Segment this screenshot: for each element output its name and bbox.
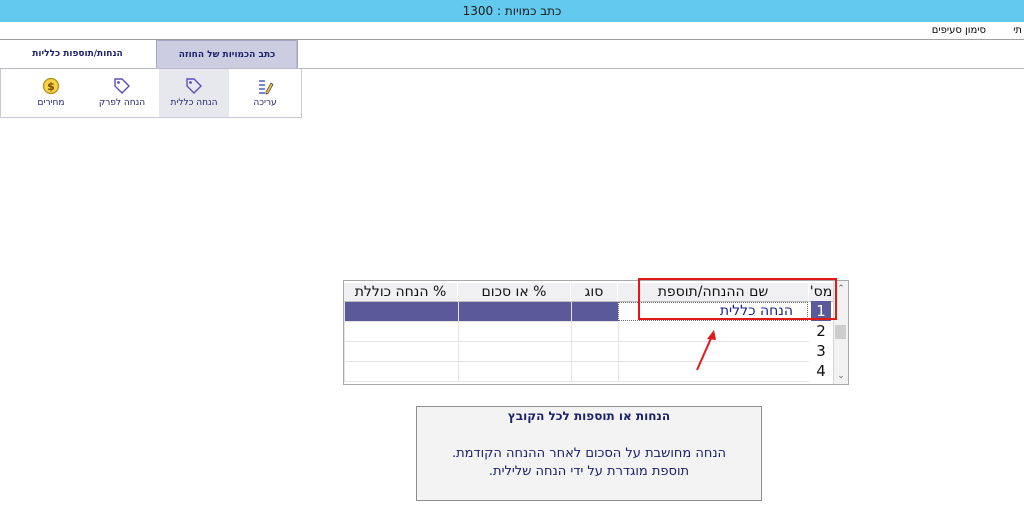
scroll-thumb[interactable]	[835, 325, 846, 339]
grid-vertical-scrollbar[interactable]: ⌃ ⌄	[833, 281, 848, 384]
grid-cell[interactable]	[344, 342, 458, 362]
ribbon-tab-strip: הנחות/תוספות כלליות כתב הכמויות של החוזה	[0, 40, 1024, 69]
menu-item-mark-sections[interactable]: סימון סעיפים	[932, 23, 986, 38]
menu-bar: סימון סעיפים תי	[0, 22, 1024, 40]
chapter-discount-button[interactable]: הנחה לפרק	[87, 69, 157, 117]
svg-text:$: $	[47, 80, 55, 93]
edit-button-label: עריכה	[253, 98, 277, 108]
prices-button[interactable]: $ מחירים	[16, 69, 86, 117]
scroll-up-icon[interactable]: ⌃	[834, 283, 848, 295]
grid-cell-type-row1[interactable]	[571, 302, 618, 322]
grid-row-number[interactable]: 2	[811, 321, 831, 341]
tab-general-discounts[interactable]: הנחות/תוספות כלליות	[0, 40, 155, 68]
grid-cell[interactable]	[344, 362, 458, 382]
tag-icon	[159, 77, 229, 95]
column-header-type[interactable]: סוג	[571, 283, 618, 302]
tab-divider	[296, 40, 297, 68]
info-line-1: הנחה מחושבת על הסכום לאחר ההנחה הקודמת.	[451, 446, 727, 461]
edit-button[interactable]: עריכה	[230, 69, 300, 117]
general-discount-button-label: הנחה כללית	[170, 98, 218, 108]
grid-cell[interactable]	[458, 342, 571, 362]
tag-icon	[87, 77, 157, 95]
chapter-discount-button-label: הנחה לפרק	[98, 98, 146, 108]
ribbon-toolbar: עריכה הנחה כללית הנחה לפרק $ מחירים	[0, 69, 302, 118]
grid-cell[interactable]	[571, 362, 618, 382]
column-header-discount-name[interactable]: שם ההנחה/תוספת	[618, 283, 809, 302]
tab-contract-bill-of-quantities[interactable]: כתב הכמויות של החוזה	[156, 40, 298, 68]
prices-button-label: מחירים	[37, 98, 65, 108]
info-title: הנחות או תוספות לכל הקובץ	[507, 409, 671, 423]
info-line-2: תוספת מוגדרת על ידי הנחה שלילית.	[488, 464, 690, 479]
grid-cell[interactable]	[458, 322, 571, 342]
grid-cell[interactable]	[571, 322, 618, 342]
grid-row-number[interactable]: 1	[811, 301, 831, 321]
general-discount-button[interactable]: הנחה כללית	[159, 69, 229, 117]
grid-cell-amount-row1[interactable]	[458, 302, 571, 322]
menu-item-truncated[interactable]: תי	[1013, 23, 1022, 38]
column-header-total-discount[interactable]: % הנחה כוללת	[344, 283, 458, 302]
annotation-arrow-icon	[696, 330, 716, 371]
info-panel: הנחות או תוספות לכל הקובץ הנחה מחושבת על…	[416, 406, 762, 501]
title-bar: כתב כמויות : 1300	[0, 0, 1024, 22]
grid-cell-total-row1[interactable]	[344, 302, 458, 322]
grid-cell[interactable]	[344, 322, 458, 342]
edit-list-icon	[230, 77, 300, 95]
grid-cell[interactable]	[458, 362, 571, 382]
grid-cell[interactable]	[571, 342, 618, 362]
scroll-down-icon[interactable]: ⌄	[834, 370, 848, 382]
grid-cell-name-row1[interactable]: הנחה כללית	[618, 302, 808, 321]
discounts-grid[interactable]: % הנחה כוללת % או סכום סוג שם ההנחה/תוספ…	[343, 280, 849, 385]
grid-row-number[interactable]: 3	[811, 341, 831, 361]
dollar-coin-icon: $	[16, 77, 86, 95]
grid-row-number[interactable]: 4	[811, 361, 831, 381]
column-header-number[interactable]: מס'	[809, 283, 834, 302]
column-header-percent-or-amount[interactable]: % או סכום	[458, 283, 571, 302]
window-title: כתב כמויות : 1300	[462, 4, 562, 18]
